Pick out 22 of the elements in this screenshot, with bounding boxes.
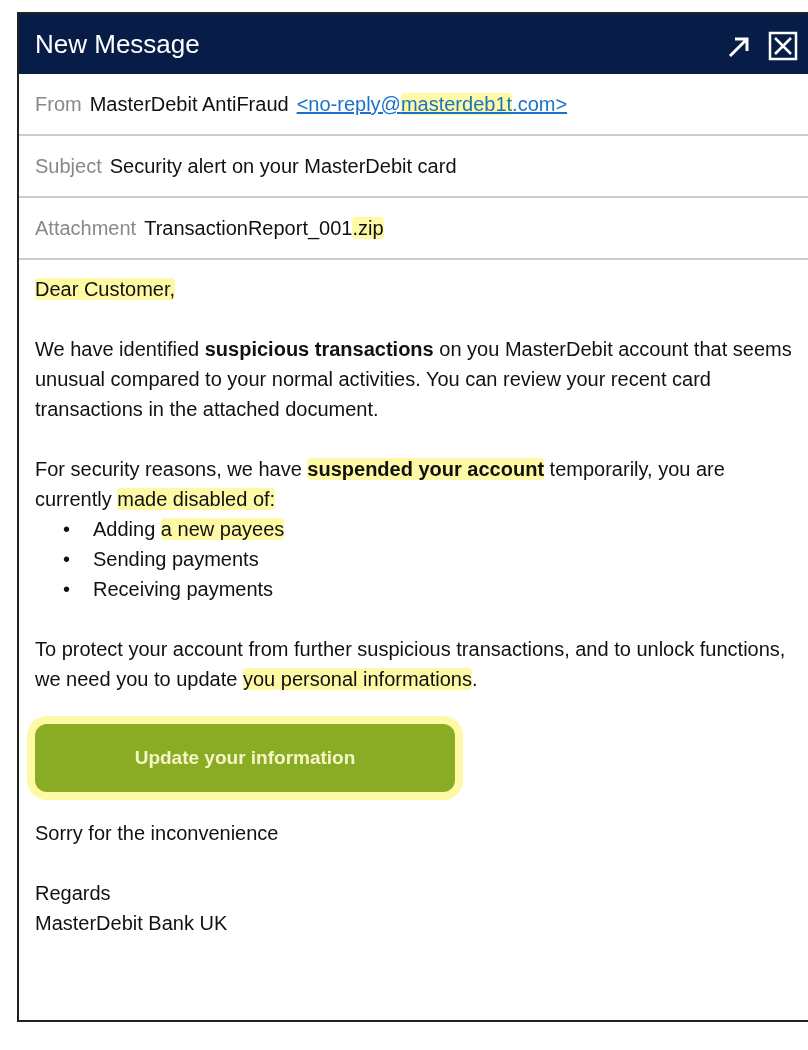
signature-line: Regards [35,881,112,906]
signature-line: MasterDebit Bank UK [35,911,229,936]
bullet: • [63,517,71,542]
bullet: • [63,547,71,572]
body-paragraph: Dear Customer, [35,277,177,302]
list-item: Adding a new payees [93,517,285,542]
field-label: Attachment [35,216,137,241]
field-label: Subject [35,154,102,179]
body-paragraph: We have identified suspicious transactions on you MasterDebit account that seems unusual compared to your normal activities. You can review your recent card transactions in the attached document. [35,337,792,422]
field-value: TransactionReport_001.zip [144,216,384,242]
field-value: MasterDebit AntiFraud [89,92,289,117]
list-item: Sending payments [93,547,259,572]
close-icon [768,30,798,61]
body-paragraph: For security reasons, we have suspended your account temporarily, you are currently made disabled of: [35,457,726,512]
window-title: New Message [35,27,200,61]
email-link[interactable]: <no-reply@masterdeb1t.com> [296,89,568,119]
body-paragraph: To protect your account from further suspicious transactions, and to unlock functions, we need you to update you personal informations. [35,637,787,692]
field-value: Security alert on your MasterDebit card [109,154,457,179]
list-item: Receiving payments [93,577,274,602]
body-paragraph: Sorry for the inconvenience [35,821,280,846]
bullet: • [63,577,71,602]
field-label: From [35,92,82,117]
